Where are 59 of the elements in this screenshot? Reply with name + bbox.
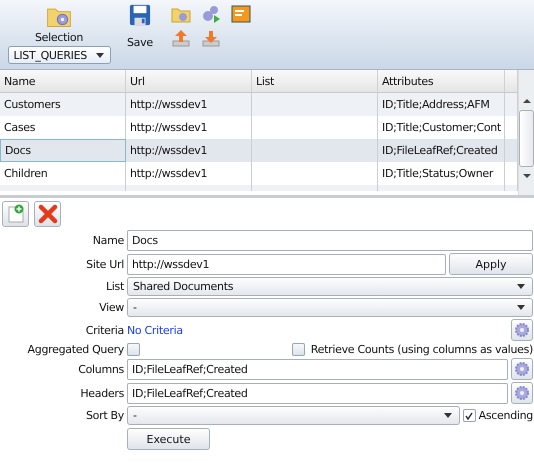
execute-button[interactable]: Execute: [127, 428, 210, 450]
table-cell: ID;Title;Status;Owner: [382, 167, 494, 180]
table-cell: http://wssdev1: [130, 167, 208, 180]
column-header[interactable]: Attributes: [378, 70, 505, 92]
save-label[interactable]: Save: [127, 36, 153, 49]
table-cell: http://wssdev1: [130, 144, 208, 157]
ascending-checkbox[interactable]: [462, 409, 476, 422]
sort-by-dropdown[interactable]: -: [127, 406, 460, 425]
headers-label: Headers: [79, 386, 124, 400]
download-icon[interactable]: [200, 28, 221, 48]
upload-icon[interactable]: [170, 28, 191, 48]
settings-button[interactable]: [511, 358, 533, 380]
save-icon[interactable]: [128, 4, 151, 26]
delete-button[interactable]: [34, 201, 61, 227]
table-row[interactable]: Customers http://wssdev1 ID;Title;Address;AFM: [0, 93, 518, 116]
settings-button[interactable]: [511, 319, 533, 341]
export-icon[interactable]: [230, 4, 251, 24]
criteria-link[interactable]: No Criteria: [127, 320, 508, 340]
column-header[interactable]: List: [252, 70, 378, 92]
retrieve-counts-checkbox[interactable]: [292, 343, 305, 356]
site-url-label: Site Url: [85, 258, 124, 270]
name-label: Name: [92, 234, 124, 247]
table-cell: Children: [4, 167, 48, 180]
table-cell: ID;FileLeafRef;Created: [382, 144, 498, 157]
criteria-label: Criteria: [84, 324, 124, 336]
list-dropdown[interactable]: Shared Documents: [127, 277, 533, 296]
add-button[interactable]: [2, 201, 29, 227]
apply-button[interactable]: Apply: [449, 253, 533, 275]
table-cell: ID;Title;Address;AFM: [382, 98, 490, 111]
site-url-field[interactable]: http://wssdev1: [127, 254, 446, 274]
selection-dropdown[interactable]: LIST_QUERIES: [8, 46, 110, 64]
scrollbar[interactable]: [518, 70, 534, 195]
sort-by-label: Sort By: [84, 409, 124, 422]
selection-label: Selection: [35, 31, 83, 44]
column-header[interactable]: Name: [0, 70, 126, 92]
caret-icon: [517, 305, 525, 310]
name-field[interactable]: Docs: [127, 230, 533, 251]
columns-field[interactable]: ID;FileLeafRef;Created: [127, 358, 508, 380]
headers-field[interactable]: ID;FileLeafRef;Created: [127, 382, 508, 404]
caret-icon: [444, 413, 452, 418]
columns-label: Columns: [77, 362, 124, 376]
table-cell: http://wssdev1: [130, 98, 208, 111]
table-cell: Cases: [4, 121, 36, 134]
retrieve-counts-label: Retrieve Counts (using columns as values): [310, 343, 533, 356]
table-cell: Docs: [5, 144, 31, 157]
table-cell: http://wssdev1: [130, 121, 208, 134]
caret-icon: [517, 284, 525, 289]
view-label: View: [98, 301, 124, 314]
column-header[interactable]: Url: [126, 70, 252, 92]
settings-button[interactable]: [511, 382, 533, 404]
ascending-label: Ascending: [478, 409, 533, 422]
table-row[interactable]: Docs http://wssdev1 ID;FileLeafRef;Created: [0, 139, 518, 162]
table-cell: ID;Title;Customer;Cont: [382, 121, 501, 134]
aggregated-query-checkbox[interactable]: [127, 343, 140, 356]
aggregated-query-label: Aggregated Query: [26, 343, 124, 356]
caret-icon: [96, 52, 104, 58]
table-cell: Customers: [4, 98, 60, 111]
list-label: List: [104, 280, 124, 293]
view-dropdown[interactable]: -: [127, 298, 533, 317]
